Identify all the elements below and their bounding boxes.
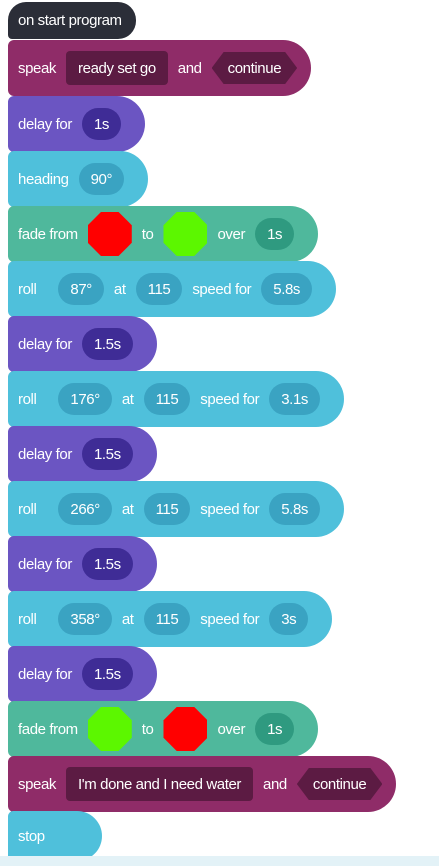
speak-label: speak [18,59,57,77]
to-label: to [141,225,154,243]
delay-label: delay for [18,445,72,463]
roll-duration-input[interactable]: 3s [269,603,309,635]
delay-duration-input[interactable]: 1s [81,108,121,140]
delay-duration-input[interactable]: 1.5s [81,438,133,470]
fade-block[interactable]: fade from to over 1s [8,206,319,262]
roll-block[interactable]: roll 358° at 115 speed for 3s [8,591,333,647]
to-color-swatch[interactable] [163,707,208,751]
roll-duration-input[interactable]: 5.8s [269,493,320,525]
canvas-bottom-edge [0,856,439,866]
heading-label: heading [18,170,69,188]
speed-for-label: speed for [200,500,260,518]
roll-block[interactable]: roll 266° at 115 speed for 5.8s [8,481,344,537]
roll-angle-input[interactable]: 87° [58,273,104,305]
roll-duration-input[interactable]: 3.1s [269,383,320,415]
roll-speed-input[interactable]: 115 [143,493,191,525]
stop-block[interactable]: stop [8,811,102,861]
delay-label: delay for [18,335,72,353]
delay-duration-input[interactable]: 1.5s [81,658,133,690]
roll-angle-input[interactable]: 266° [58,493,112,525]
speed-for-label: speed for [200,610,260,628]
delay-block[interactable]: delay for 1.5s [8,646,157,702]
speed-for-label: speed for [200,390,260,408]
fade-duration-input[interactable]: 1s [255,713,295,745]
fade-from-label: fade from [18,720,78,738]
roll-label: roll [18,610,37,628]
continue-dropdown[interactable]: continue [297,768,383,800]
to-label: to [141,720,154,738]
roll-speed-input[interactable]: 115 [143,383,191,415]
from-color-swatch[interactable] [87,212,132,256]
speak-text-input[interactable]: ready set go [66,51,168,85]
speak-text-input[interactable]: I'm done and I need water [66,767,254,801]
to-color-swatch[interactable] [163,212,208,256]
from-color-swatch[interactable] [87,707,132,751]
over-label: over [217,225,246,243]
at-label: at [121,390,134,408]
delay-block[interactable]: delay for 1.5s [8,316,157,372]
over-label: over [217,720,246,738]
delay-label: delay for [18,115,72,133]
and-label: and [263,775,287,793]
fade-duration-input[interactable]: 1s [255,218,295,250]
roll-block[interactable]: roll 87° at 115 speed for 5.8s [8,261,337,317]
roll-block[interactable]: roll 176° at 115 speed for 3.1s [8,371,344,427]
heading-block[interactable]: heading 90° [8,151,149,207]
speak-label: speak [18,775,57,793]
speak-block[interactable]: speak ready set go and continue [8,40,312,96]
and-label: and [177,59,202,77]
roll-speed-input[interactable]: 115 [135,273,183,305]
on-start-program-block[interactable]: on start program [8,2,136,39]
delay-block[interactable]: delay for 1.5s [8,426,157,482]
roll-label: roll [18,390,37,408]
fade-from-label: fade from [18,225,78,243]
delay-label: delay for [18,555,72,573]
roll-label: roll [18,500,37,518]
speed-for-label: speed for [192,280,252,298]
delay-duration-input[interactable]: 1.5s [81,548,133,580]
roll-duration-input[interactable]: 5.8s [261,273,313,305]
start-label: on start program [18,12,122,29]
roll-label: roll [18,280,37,298]
delay-block[interactable]: delay for 1.5s [8,536,157,592]
stop-label: stop [18,827,45,845]
roll-speed-input[interactable]: 115 [143,603,191,635]
fade-block[interactable]: fade from to over 1s [8,701,319,757]
delay-block[interactable]: delay for 1s [8,96,145,152]
at-label: at [121,610,134,628]
roll-angle-input[interactable]: 176° [58,383,112,415]
at-label: at [121,500,134,518]
heading-angle-input[interactable]: 90° [78,163,125,195]
continue-dropdown[interactable]: continue [212,52,298,84]
roll-angle-input[interactable]: 358° [58,603,112,635]
delay-label: delay for [18,665,72,683]
speak-block[interactable]: speak I'm done and I need water and cont… [8,756,397,812]
delay-duration-input[interactable]: 1.5s [81,328,133,360]
at-label: at [113,280,126,298]
